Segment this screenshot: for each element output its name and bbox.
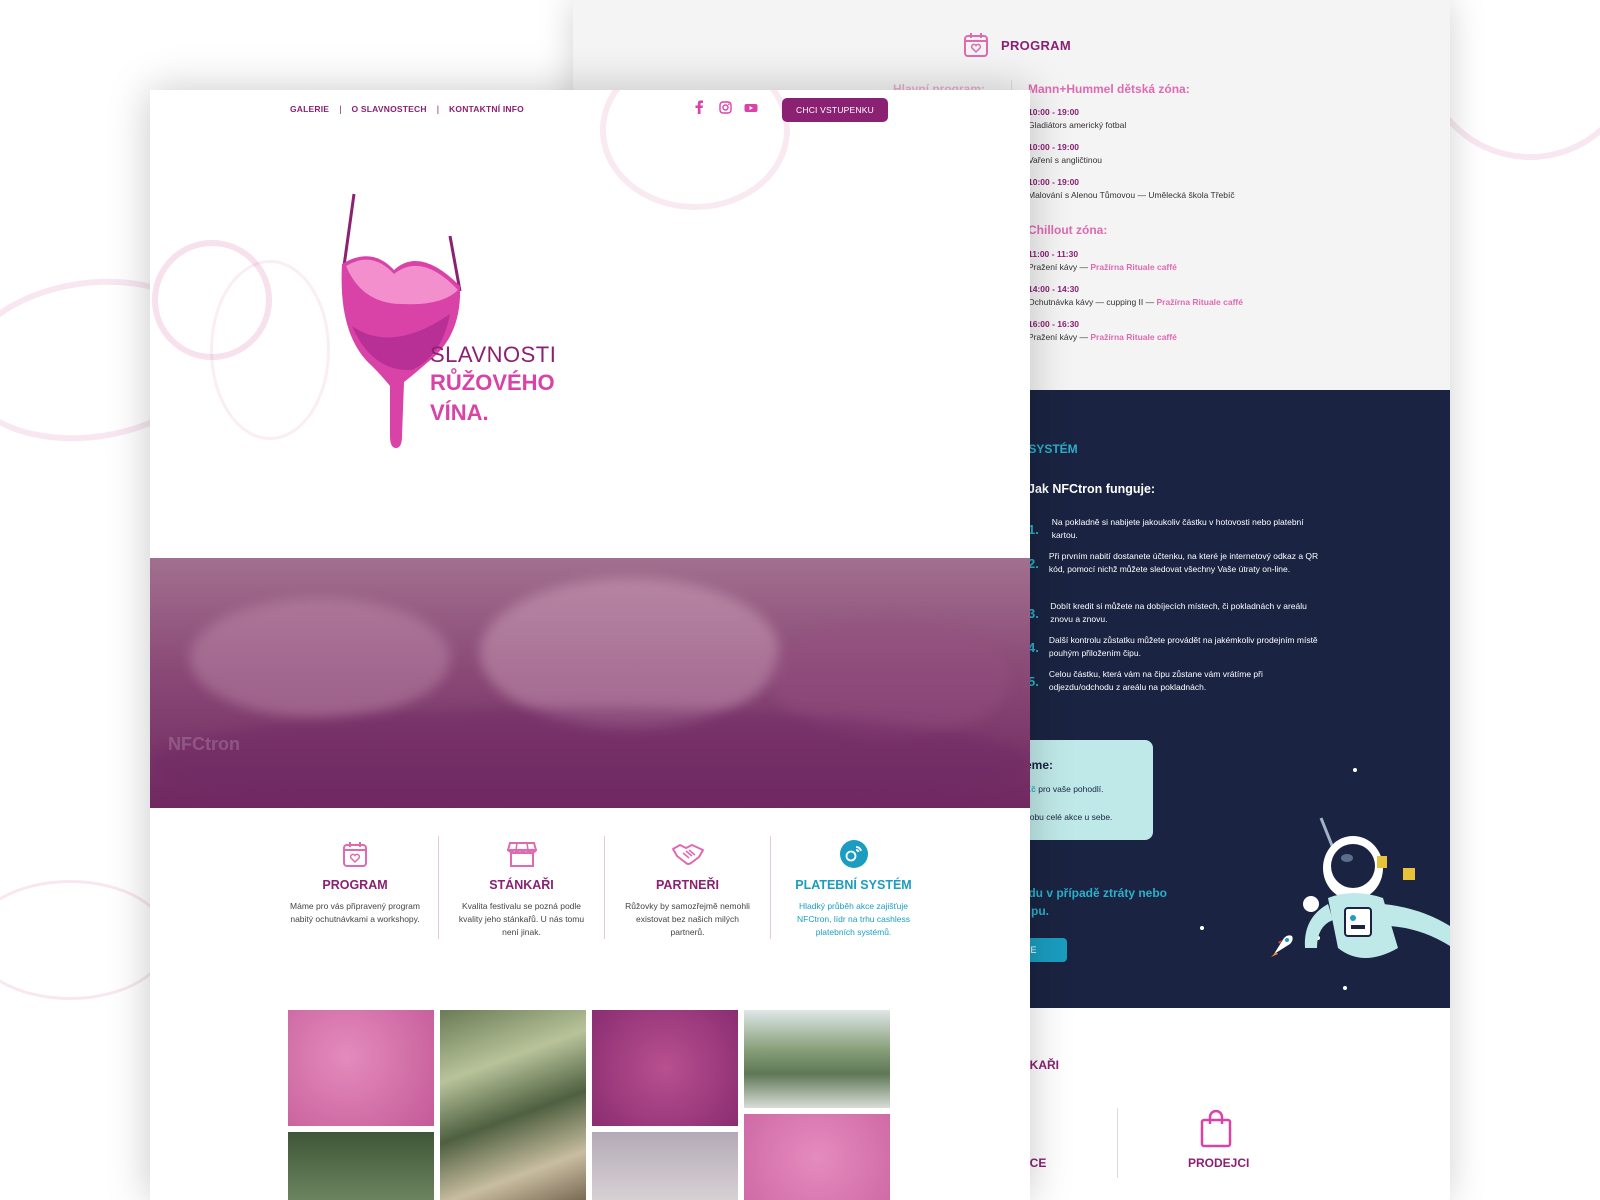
event-time: 10:00 - 19:00 xyxy=(1028,177,1080,187)
nav-separator: | xyxy=(436,104,440,114)
features-row: PROGRAM Máme pro vás připravený program … xyxy=(272,836,936,939)
program-title: PROGRAM xyxy=(1001,37,1071,53)
feature-title: PROGRAM xyxy=(322,878,388,892)
feature-title: PARTNEŘI xyxy=(656,878,719,892)
feature-description: Kvalita festivalu se pozná podle kvality… xyxy=(458,901,585,937)
star-decoration xyxy=(1353,768,1357,772)
event-time: 16:00 - 16:30 xyxy=(1028,319,1080,329)
gallery-photo[interactable] xyxy=(592,1010,738,1126)
step-text: Další kontrolu zůstatku můžete provádět … xyxy=(1048,635,1318,658)
astronaut-illustration xyxy=(1303,817,1450,958)
gallery-photo[interactable] xyxy=(440,1010,586,1200)
event-time: 10:00 - 19:00 xyxy=(1028,142,1080,152)
calendar-heart-icon xyxy=(343,842,367,867)
step-text: Dobít kredit si můžete na dobíjecích mís… xyxy=(1050,601,1307,624)
gallery-photo[interactable] xyxy=(744,1010,890,1108)
nav-link-gallery[interactable]: GALERIE xyxy=(290,104,329,114)
step-text: Celou částku, která vám na čipu zůstane … xyxy=(1048,669,1263,692)
gallery-photo[interactable] xyxy=(288,1132,434,1200)
wine-stain-decoration xyxy=(210,260,330,440)
event-text: Ochutnávka kávy — cupping II — xyxy=(1028,297,1157,307)
lost-chip-text: odu v případě ztráty nebo xyxy=(1021,886,1168,900)
event-place-link[interactable]: Pražírna Rituale caffé xyxy=(1090,332,1176,342)
how-step: 2. Při prvním nabití dostanete účtenku, … xyxy=(1028,550,1328,576)
step-number: 1. xyxy=(1028,522,1039,537)
how-step: 1. Na pokladně si nabijete jakoukoliv čá… xyxy=(1028,516,1328,542)
front-page-preview: GALERIE | O SLAVNOSTECH | KONTAKTNÍ INFO… xyxy=(150,90,1030,1200)
kids-zone-title: Mann+Hummel dětská zóna: xyxy=(1028,82,1190,96)
market-stall-icon xyxy=(506,842,537,867)
sellers-label[interactable]: PRODEJCI xyxy=(1188,1156,1249,1170)
logo-line-2: RŮŽOVÉHO xyxy=(430,370,555,395)
how-step: 3. Dobít kredit si můžete na dobíjecích … xyxy=(1028,600,1328,626)
event-text: Pražení kávy — xyxy=(1028,332,1091,342)
feature-program[interactable]: PROGRAM Máme pro vás připravený program … xyxy=(272,836,438,939)
hero-photo: NFCtron xyxy=(150,558,1030,808)
feature-description: Růžovky by samozřejmě nemohli existovat … xyxy=(625,901,750,937)
program-heading: PROGRAM xyxy=(963,32,1071,58)
program-event: 10:00 - 19:00 Malování s Alenou Tůmovou … xyxy=(1028,176,1235,202)
photo-blur-area xyxy=(150,708,1030,808)
nav-separator: | xyxy=(339,104,342,114)
nav-link-about[interactable]: O SLAVNOSTECH xyxy=(352,104,427,114)
feature-title: STÁNKAŘI xyxy=(489,878,554,892)
nfc-chip-icon xyxy=(839,840,868,868)
info-card-line: dobu celé akce u sebe. xyxy=(1025,812,1113,822)
event-time: 10:00 - 19:00 xyxy=(1028,107,1080,117)
social-links xyxy=(692,100,758,114)
how-step: 5. Celou částku, která vám na čipu zůsta… xyxy=(1028,668,1328,694)
buy-ticket-button[interactable]: CHCI VSTUPENKU xyxy=(782,98,888,122)
wine-stain-decoration xyxy=(0,880,170,1000)
step-text: Při prvním nabití dostanete účtenku, na … xyxy=(1048,551,1319,574)
rocket-icon xyxy=(1271,935,1293,957)
program-event: 11:00 - 11:30 Pražení kávy — Pražírna Ri… xyxy=(1028,248,1177,274)
vendors-divider xyxy=(1117,1108,1118,1178)
event-text: Malování s Alenou Tůmovou — Umělecká ško… xyxy=(1028,190,1235,200)
program-event: 14:00 - 14:30 Ochutnávka kávy — cupping … xyxy=(1028,283,1243,309)
shopping-bag-icon xyxy=(1200,1109,1232,1148)
photo-blur-area xyxy=(480,578,780,728)
nav-link-contact[interactable]: KONTAKTNÍ INFO xyxy=(449,104,524,114)
info-card-line: Kč pro vaše pohodlí. xyxy=(1025,784,1103,794)
program-event: 10:00 - 19:00 Vaření s angličtinou xyxy=(1028,141,1102,167)
star-decoration xyxy=(1343,986,1347,990)
facebook-icon[interactable] xyxy=(692,100,706,114)
program-event: 16:00 - 16:30 Pražení kávy — Pražírna Ri… xyxy=(1028,318,1177,344)
feature-payment-system[interactable]: PLATEBNÍ SYSTÉM Hladký průběh akce zajiš… xyxy=(770,836,936,939)
feature-description: Máme pro vás připravený program nabitý o… xyxy=(290,901,420,924)
logo-line-1: SLAVNOSTI xyxy=(430,342,557,367)
how-nfctron-works-heading: Jak NFCtron funguje: xyxy=(1028,482,1156,496)
feature-title: PLATEBNÍ SYSTÉM xyxy=(795,878,912,892)
event-text: Pražení kávy — xyxy=(1028,262,1091,272)
event-time: 14:00 - 14:30 xyxy=(1028,284,1080,294)
gallery-photo[interactable] xyxy=(592,1132,738,1200)
step-text: Na pokladně si nabijete jakoukoliv částk… xyxy=(1051,517,1304,540)
event-text: Vaření s angličtinou xyxy=(1028,155,1103,165)
main-nav: GALERIE | O SLAVNOSTECH | KONTAKTNÍ INFO xyxy=(290,104,524,114)
event-place-link[interactable]: Pražírna Rituale caffé xyxy=(1090,262,1176,272)
info-card-line-text: pro vaše pohodlí. xyxy=(1035,784,1104,794)
event-time: 11:00 - 11:30 xyxy=(1028,249,1079,259)
feature-partners[interactable]: PARTNEŘI Růžovky by samozřejmě nemohli e… xyxy=(604,836,770,939)
nfctron-watermark: NFCtron xyxy=(168,734,240,754)
logo-line-3: VÍNA. xyxy=(430,400,489,425)
how-step: 4. Další kontrolu zůstatku můžete provád… xyxy=(1028,634,1328,660)
logo-wordmark: SLAVNOSTI RŮŽOVÉHO VÍNA. xyxy=(430,342,556,428)
program-event: 10:00 - 19:00 Gladiátors americký fotbal xyxy=(1028,106,1126,132)
gallery-photo[interactable] xyxy=(288,1010,434,1126)
youtube-icon[interactable] xyxy=(744,100,758,114)
chillout-zone-title: Chillout zóna: xyxy=(1028,223,1108,237)
feature-description: Hladký průběh akce zajišťuje NFCtron, lí… xyxy=(797,901,910,937)
feature-vendors[interactable]: STÁNKAŘI Kvalita festivalu se pozná podl… xyxy=(438,836,604,939)
photo-blur-area xyxy=(190,598,450,718)
event-place-link[interactable]: Pražírna Rituale caffé xyxy=(1157,297,1243,307)
star-decoration xyxy=(1200,926,1204,930)
gallery-photo[interactable] xyxy=(744,1114,890,1200)
calendar-heart-icon xyxy=(964,33,988,57)
handshake-icon xyxy=(671,844,704,865)
event-text: Gladiátors americký fotbal xyxy=(1028,120,1127,130)
instagram-icon[interactable] xyxy=(718,100,732,114)
